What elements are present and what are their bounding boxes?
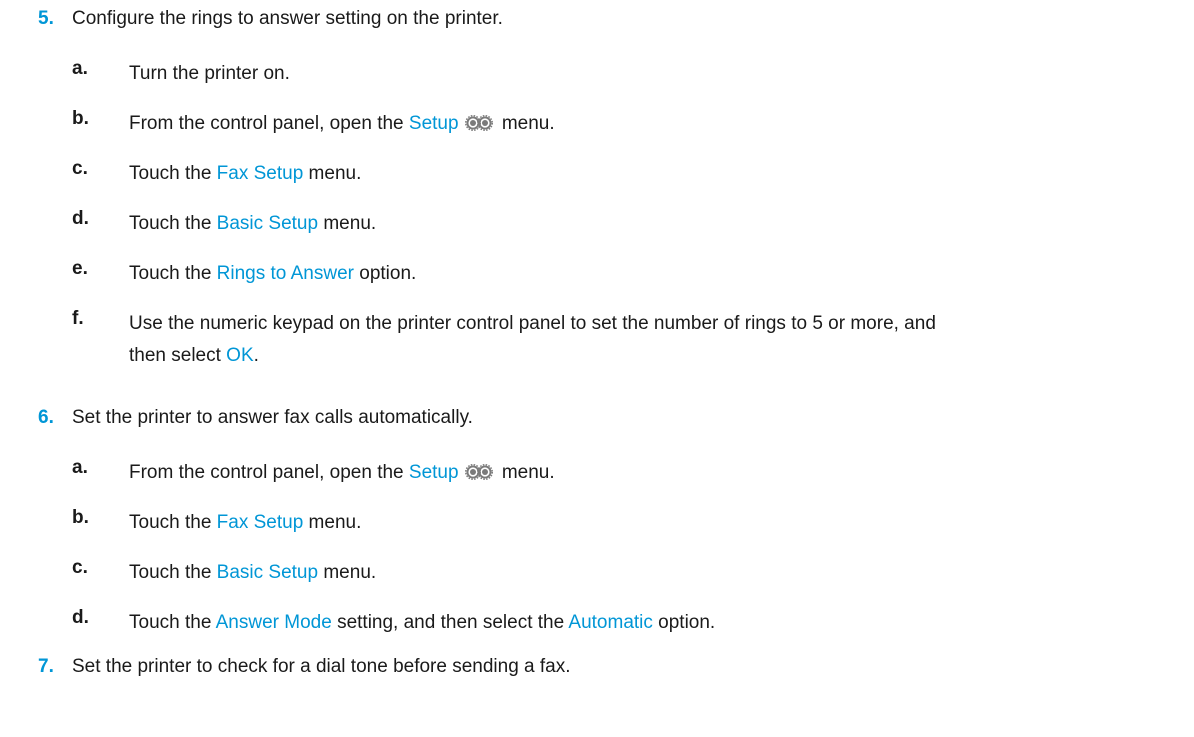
substep-text: From the control panel, open the Setup m… — [129, 108, 1169, 142]
basic-setup-link[interactable]: Basic Setup — [217, 562, 318, 583]
gear-icon — [464, 110, 493, 142]
substep-text: Touch the Basic Setup menu. — [129, 213, 377, 234]
step-text: Set the printer to answer fax calls auto… — [72, 407, 473, 428]
rings-to-answer-link[interactable]: Rings to Answer — [217, 263, 354, 284]
substep-text: Touch the Fax Setup menu. — [129, 163, 362, 184]
step-number: 7. — [38, 656, 54, 677]
ok-link[interactable]: OK — [226, 345, 253, 366]
substep-text: Touch the Rings to Answer option. — [129, 263, 417, 284]
fax-setup-link[interactable]: Fax Setup — [217, 163, 304, 184]
substep-text: Touch the Basic Setup menu. — [129, 562, 377, 583]
substep-letter: c. — [72, 158, 88, 179]
substep-letter: e. — [72, 258, 88, 279]
fax-setup-link[interactable]: Fax Setup — [217, 512, 304, 533]
document-page: 5. Configure the rings to answer setting… — [0, 0, 1194, 737]
setup-menu-link[interactable]: Setup — [409, 462, 459, 483]
substep-text: Touch the Fax Setup menu. — [129, 512, 362, 533]
setup-menu-link[interactable]: Setup — [409, 113, 459, 134]
substep-letter: d. — [72, 208, 89, 229]
answer-mode-link[interactable]: Answer Mode — [216, 612, 332, 633]
substep-letter: a. — [72, 457, 88, 478]
basic-setup-link[interactable]: Basic Setup — [217, 213, 318, 234]
substep-letter: f. — [72, 308, 84, 329]
step-number: 6. — [38, 407, 54, 428]
substep-text: Turn the printer on. — [129, 63, 290, 84]
step-text: Configure the rings to answer setting on… — [72, 8, 503, 29]
step-text: Set the printer to check for a dial tone… — [72, 656, 571, 677]
substep-letter: b. — [72, 108, 89, 129]
substep-letter: a. — [72, 58, 88, 79]
substep-letter: b. — [72, 507, 89, 528]
gear-icon — [464, 459, 493, 491]
substep-letter: c. — [72, 557, 88, 578]
automatic-link[interactable]: Automatic — [568, 612, 652, 633]
substep-text: Touch the Answer Mode setting, and then … — [129, 612, 716, 633]
substep-text: Use the numeric keypad on the printer co… — [129, 313, 936, 366]
substep-text: From the control panel, open the Setup m… — [129, 457, 1169, 491]
step-number: 5. — [38, 8, 54, 29]
substep-letter: d. — [72, 607, 89, 628]
